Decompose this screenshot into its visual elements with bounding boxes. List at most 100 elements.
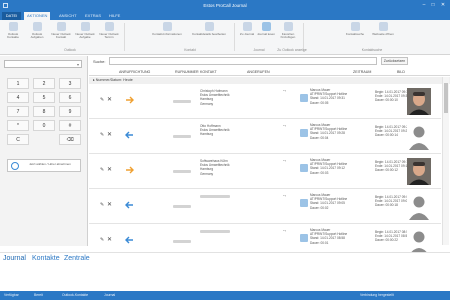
calendar-icon (104, 22, 114, 31)
to-journal-button[interactable]: Zu Journal (238, 22, 256, 46)
callback-icon[interactable]: ↪ (283, 89, 286, 93)
edit-contact-icon (204, 22, 214, 31)
key-7[interactable]: 7 (7, 106, 29, 117)
column-header[interactable]: KONTAKT (200, 70, 217, 74)
search-label: Suche: (93, 59, 106, 64)
group-header[interactable]: ▸ Nummer/Datum: Heute (89, 77, 450, 84)
button-label: Neuer Outlook Aufgabe (75, 32, 95, 40)
callback-icon[interactable]: ↪ (283, 229, 286, 233)
key-star[interactable]: * (7, 120, 29, 131)
contact-line: Hamburg (200, 132, 214, 137)
search-row: Suche: Zurücksetzen (89, 56, 450, 66)
user-icon (300, 94, 308, 102)
column-header[interactable]: ANGERUFEN (247, 70, 270, 74)
delete-icon[interactable]: ✕ (107, 166, 113, 173)
delete-icon[interactable]: ✕ (107, 236, 113, 243)
vertical-scrollbar[interactable] (442, 77, 449, 245)
contact-cell (200, 229, 262, 233)
new-outlook-contact-button[interactable]: Neuer Outlook Kontakt (50, 22, 72, 46)
column-header[interactable]: ANRUFRICHTUNG (119, 70, 150, 74)
ribbon-group-label: Journal (253, 48, 265, 52)
edit-icon[interactable]: ✎ (100, 132, 106, 138)
column-header[interactable]: RUFNUMMER (175, 70, 199, 74)
edit-contact-button[interactable]: Kontaktdetails bearbeiten (192, 22, 226, 46)
table-row[interactable]: ✎ ✕ Softwarehaus Kühn Estos Umwelttechnik… (89, 155, 441, 189)
key-1[interactable]: 1 (7, 78, 29, 89)
column-header[interactable]: BILD (397, 70, 405, 74)
new-outlook-task-button[interactable]: Neuer Outlook Aufgabe (74, 22, 96, 46)
key-2[interactable]: 2 (33, 78, 55, 89)
key-hash[interactable]: # (59, 120, 81, 131)
tab-extras[interactable]: EXTRAS (82, 12, 104, 20)
chevron-down-icon[interactable]: ▾ (77, 62, 79, 67)
delete-icon[interactable]: ✕ (107, 131, 113, 138)
edit-icon[interactable]: ✎ (100, 97, 106, 103)
call-direction-icon (123, 235, 135, 245)
outlook-contacts-button[interactable]: Outlook Kontakte (2, 22, 24, 46)
search-input[interactable] (109, 57, 377, 65)
button-label: Journal lesen (257, 32, 275, 36)
key-8[interactable]: 8 (33, 106, 55, 117)
tab-actions[interactable]: AKTIONEN (24, 12, 51, 20)
delete-icon[interactable]: ✕ (107, 201, 113, 208)
nav-switchboard[interactable]: Zentrale (64, 255, 90, 262)
edit-icon[interactable]: ✎ (100, 202, 106, 208)
group-label: ▸ Nummer/Datum: Heute (93, 78, 133, 82)
dial-button-label: Jetzt wählen / Hörer abnehmen (29, 162, 71, 166)
callback-icon[interactable]: ↪ (283, 124, 286, 128)
key-9[interactable]: 9 (59, 106, 81, 117)
delete-icon[interactable]: ✕ (107, 96, 113, 103)
contact-info-button[interactable]: Kontakt-Informationen (150, 22, 184, 46)
avatar (407, 228, 431, 255)
scrollbar-thumb[interactable] (444, 83, 448, 113)
outlook-tasks-button[interactable]: Outlook Aufgaben (26, 22, 48, 46)
table-row[interactable]: ✎ ✕ ↪ Marcus Mauer AT/PRINT/Support Hotli… (89, 190, 441, 224)
minimize-button[interactable]: – (420, 2, 428, 9)
callback-icon[interactable]: ↪ (283, 194, 286, 198)
tab-view[interactable]: ANSICHT (56, 12, 80, 20)
target-line: Dauer: 00:03 (310, 170, 329, 175)
status-item: Bereit (34, 293, 43, 297)
contact-line: Germany (200, 171, 214, 176)
contact-search-button[interactable]: Kontaktsuche (340, 22, 370, 46)
button-label: Outlook Aufgaben (30, 32, 44, 40)
contact-cell: Otto Hoffmann Estos Umwelttechnik Hamburg (200, 124, 262, 137)
key-clear[interactable]: C (7, 134, 29, 145)
dialpad-panel: ▾ 1 2 3 4 5 6 7 8 9 * 0 # C ⌫ Jetzt wähl… (0, 56, 88, 246)
column-header[interactable]: ZEITRAUM (353, 70, 371, 74)
callback-icon[interactable]: ↪ (283, 159, 286, 163)
avatar (407, 88, 431, 115)
status-item: Journal (104, 293, 116, 297)
ribbon-group-label: Kontaktsuche (361, 48, 383, 52)
new-outlook-appointment-button[interactable]: Neuer Outlook Termin (98, 22, 120, 46)
read-journal-button[interactable]: Journal lesen (257, 22, 275, 46)
add-favorites-button[interactable]: Favoriten hinzufügen (276, 22, 300, 46)
key-6[interactable]: 6 (59, 92, 81, 103)
reset-search-button[interactable]: Zurücksetzen (381, 57, 408, 65)
phone-number (173, 169, 191, 173)
contact-cell: Softwarehaus Kühn Estos Umwelttechnik Hamb… (200, 159, 262, 176)
key-backspace[interactable]: ⌫ (59, 134, 81, 145)
table-row[interactable]: ✎ ✕ Christoph Hofmann Estos Umwelttechnik… (89, 85, 441, 119)
dial-number-input[interactable]: ▾ (4, 60, 82, 68)
key-4[interactable]: 4 (7, 92, 29, 103)
maximize-button[interactable]: □ (429, 2, 437, 9)
key-5[interactable]: 5 (33, 92, 55, 103)
ribbon-separator (124, 23, 125, 51)
title-bar: Estos ProCall Journal – □ ✕ (0, 0, 450, 11)
tab-file[interactable]: DATEI (2, 12, 21, 20)
edit-icon[interactable]: ✎ (100, 237, 106, 243)
ribbon-group-label: Kontakt (184, 48, 196, 52)
ribbon-tabs: DATEI AKTIONEN ANSICHT EXTRAS HILFE (0, 11, 450, 20)
nav-journal[interactable]: Journal (3, 255, 26, 262)
open-website-button[interactable]: Webseite öffnen (372, 22, 394, 46)
tab-help[interactable]: HILFE (106, 12, 123, 20)
close-button[interactable]: ✕ (439, 2, 447, 9)
key-0[interactable]: 0 (33, 120, 55, 131)
nav-contacts[interactable]: Kontakte (32, 255, 60, 262)
key-3[interactable]: 3 (59, 78, 81, 89)
table-row[interactable]: ✎ ✕ Otto Hoffmann Estos Umwelttechnik Hamb… (89, 120, 441, 154)
status-item: Outlook-Kontakte (62, 293, 89, 297)
edit-icon[interactable]: ✎ (100, 167, 106, 173)
dial-button[interactable]: Jetzt wählen / Hörer abnehmen (7, 159, 81, 172)
